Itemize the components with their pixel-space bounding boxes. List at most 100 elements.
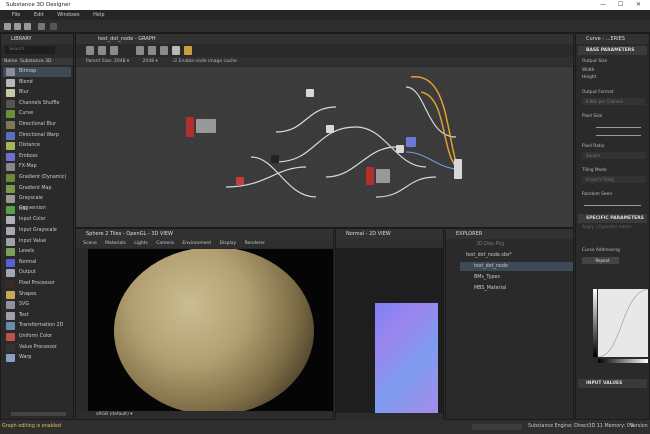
library-item[interactable]: HSL — [3, 205, 71, 215]
library-item[interactable]: Blur — [3, 88, 71, 98]
explorer-item[interactable]: test_dot_node — [460, 262, 573, 271]
open-icon[interactable] — [14, 23, 21, 30]
colorspace-select[interactable]: sRGB (default) — [96, 412, 129, 417]
library-item[interactable]: Directional Warp — [3, 131, 71, 141]
random-seed-slider[interactable] — [584, 205, 641, 206]
library-item[interactable]: Transformation 2D — [3, 321, 71, 331]
undo-icon[interactable] — [38, 23, 45, 30]
library-item[interactable]: Text — [3, 311, 71, 321]
library-item[interactable]: Uniform Color — [3, 332, 71, 342]
menu-materials[interactable]: Materials — [105, 241, 126, 246]
menu-file[interactable]: File — [12, 12, 20, 18]
library-item[interactable]: Input Value — [3, 237, 71, 247]
library-scrollbar[interactable] — [11, 412, 66, 416]
comment-icon[interactable] — [98, 46, 106, 55]
graph-node[interactable] — [396, 145, 404, 153]
view-toggle-icon[interactable] — [172, 46, 180, 55]
parent-size-y-select[interactable]: 2048 — [143, 59, 154, 64]
library-item[interactable]: Pixel Processor — [3, 279, 71, 289]
column-filter[interactable]: Substance 3D — [20, 59, 51, 64]
menu-windows[interactable]: Windows — [57, 12, 79, 18]
height-label: Height — [582, 75, 597, 80]
menu-help[interactable]: Help — [93, 12, 104, 18]
library-item[interactable]: SVG — [3, 300, 71, 310]
save-icon[interactable] — [24, 23, 31, 30]
column-name[interactable]: Name — [4, 59, 17, 64]
output-node[interactable] — [454, 159, 462, 179]
library-item[interactable]: Shapes — [3, 290, 71, 300]
library-item-label: Input Value — [19, 238, 47, 244]
pixel-size-height-slider[interactable] — [596, 135, 641, 136]
uniform-color-node[interactable] — [186, 117, 194, 137]
uniform-color-node[interactable] — [366, 167, 374, 185]
properties-panel: Curve - ...ERIES BASE PARAMETERS Output … — [575, 33, 650, 420]
redo-icon[interactable] — [50, 23, 57, 30]
library-item[interactable]: Normal — [3, 258, 71, 268]
curve-editor[interactable] — [597, 288, 649, 358]
graph-node[interactable] — [406, 137, 416, 147]
library-item[interactable]: Distance — [3, 141, 71, 151]
minimize-button[interactable]: — — [600, 0, 606, 10]
explorer-root[interactable]: 3D.Dep.Pkg — [476, 240, 504, 249]
menu-edit[interactable]: Edit — [34, 12, 44, 18]
share-icon[interactable] — [160, 46, 168, 55]
graph-node[interactable] — [306, 89, 314, 97]
library-item[interactable]: Gradient Map — [3, 184, 71, 194]
graph-node[interactable] — [236, 177, 244, 185]
library-item[interactable]: Blend — [3, 78, 71, 88]
input-values-section[interactable]: INPUT VALUES — [578, 379, 647, 388]
library-item[interactable]: Input Grayscale — [3, 226, 71, 236]
library-item[interactable]: Output — [3, 268, 71, 278]
specific-parameters-section[interactable]: SPECIFIC PARAMETERS — [578, 214, 647, 223]
graph-canvas[interactable] — [76, 67, 573, 227]
graph-node[interactable] — [196, 119, 216, 133]
explorer-package[interactable]: test_dot_node.sbs* — [466, 251, 512, 260]
output-format-select[interactable]: 8 Bits per Channel — [582, 98, 645, 105]
library-search-input[interactable]: Search — [5, 46, 55, 54]
base-parameters-section[interactable]: BASE PARAMETERS — [578, 46, 647, 55]
cache-checkbox[interactable]: ☑ — [173, 59, 177, 64]
maximize-button[interactable]: ☐ — [618, 0, 623, 10]
node-type-icon — [6, 322, 15, 331]
pixel-size-width-slider[interactable] — [596, 127, 641, 128]
align-icon[interactable] — [148, 46, 156, 55]
library-item[interactable]: Levels — [3, 247, 71, 257]
menu-environment[interactable]: Environment — [182, 241, 211, 246]
library-item[interactable]: Warp — [3, 353, 71, 363]
menu-renderer[interactable]: Renderer — [245, 241, 266, 246]
library-item[interactable]: Value Processor — [3, 343, 71, 353]
graph-node[interactable] — [326, 125, 334, 133]
menu-lights[interactable]: Lights — [134, 241, 148, 246]
search-icon[interactable] — [136, 46, 144, 55]
menu-scene[interactable]: Scene — [83, 241, 97, 246]
3d-view-header: Sphere 2 Tiles - OpenGL - 3D VIEW — [76, 229, 333, 239]
tiling-mode-select[interactable]: H and V Tiling — [582, 176, 645, 183]
menu-camera[interactable]: Camera — [156, 241, 174, 246]
node-type-icon — [6, 142, 15, 151]
repeat-button[interactable]: Repeat — [582, 257, 619, 264]
library-item-label: Text — [19, 312, 29, 318]
node-type-icon — [6, 269, 15, 278]
link-icon[interactable] — [184, 46, 192, 55]
library-item[interactable]: Curve — [3, 109, 71, 119]
library-item[interactable]: Grayscale Conversion — [3, 194, 71, 211]
3d-viewport[interactable] — [88, 249, 333, 414]
explorer-item[interactable]: BMs_Types — [474, 273, 500, 282]
pixel-ratio-select[interactable]: Square — [582, 152, 645, 159]
library-item[interactable]: Gradient (Dynamic) — [3, 173, 71, 183]
close-button[interactable]: ✕ — [636, 0, 641, 10]
library-item[interactable]: Channels Shuffle — [3, 99, 71, 109]
library-item[interactable]: Emboss — [3, 152, 71, 162]
library-item[interactable]: FX-Map — [3, 162, 71, 172]
library-item[interactable]: Input Color — [3, 215, 71, 225]
library-item[interactable]: Directional Blur — [3, 120, 71, 130]
parent-size-x-select[interactable]: 2048 — [114, 59, 125, 64]
menu-display[interactable]: Display — [220, 241, 237, 246]
graph-node[interactable] — [376, 169, 390, 183]
pin-icon[interactable] — [110, 46, 118, 55]
new-icon[interactable] — [4, 23, 11, 30]
frame-icon[interactable] — [86, 46, 94, 55]
library-item[interactable]: Bitmap — [3, 67, 71, 77]
graph-node[interactable] — [271, 155, 279, 163]
explorer-item[interactable]: MBS_Material — [474, 284, 506, 293]
